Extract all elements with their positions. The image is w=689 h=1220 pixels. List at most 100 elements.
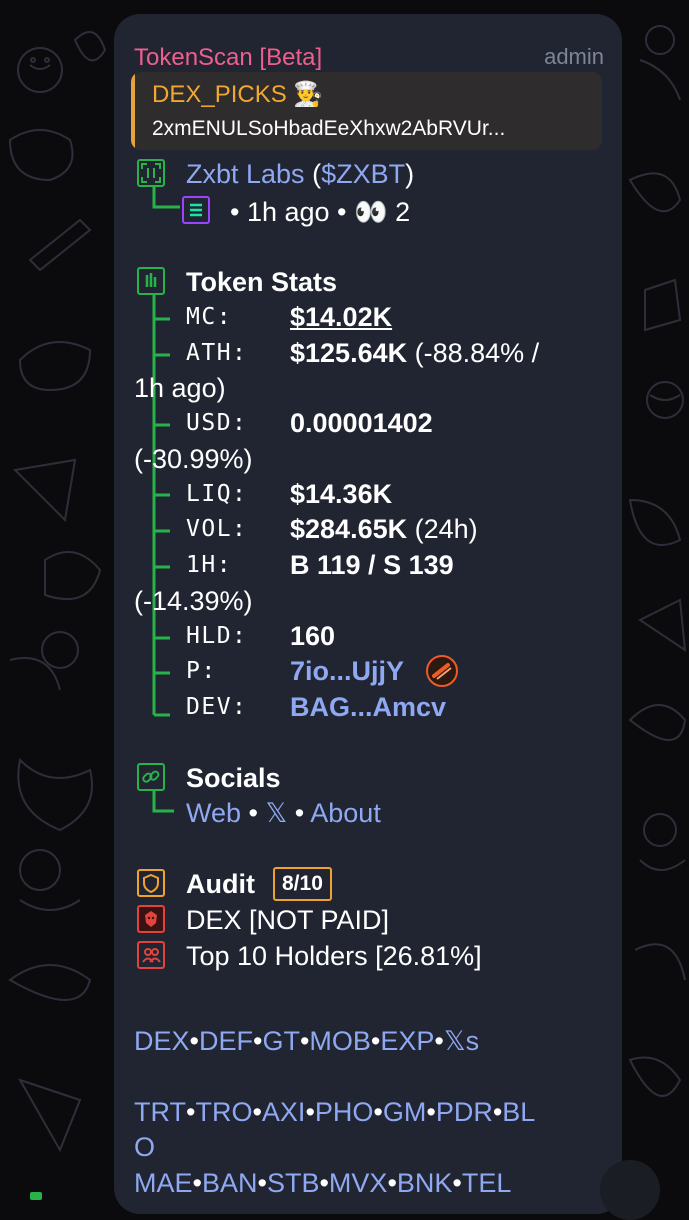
- link-tel[interactable]: TEL: [462, 1168, 512, 1198]
- link-blo[interactable]: BL: [502, 1097, 535, 1127]
- vol-label: VOL:: [186, 516, 248, 542]
- mc-label: MC:: [186, 304, 233, 330]
- link-gt[interactable]: GT: [262, 1026, 300, 1056]
- h1-change: (-14.39%): [134, 586, 253, 616]
- vol-value: $284.65K: [290, 514, 408, 544]
- separator-dot: •: [189, 1026, 199, 1056]
- link-trt[interactable]: TRT: [134, 1097, 186, 1127]
- hld-label: HLD:: [186, 623, 248, 649]
- bar-chart-icon: [137, 267, 165, 295]
- token-meta: • 1h ago • 👀 2: [230, 197, 411, 227]
- h1-value: B 119 / S 139: [290, 550, 454, 580]
- p-label: P:: [186, 658, 217, 684]
- usd-label: USD:: [186, 410, 248, 436]
- link-mob[interactable]: MOB: [309, 1026, 371, 1056]
- users-icon: [137, 941, 165, 969]
- usd-value: 0.00001402: [290, 408, 433, 438]
- sender-name[interactable]: TokenScan [Beta]: [134, 44, 322, 72]
- audit-title: Audit: [186, 869, 255, 899]
- pump-pill-icon[interactable]: [425, 654, 459, 688]
- link-ban[interactable]: BAN: [202, 1168, 258, 1198]
- reply-preview[interactable]: DEX_PICKS 👨‍🍳 2xmENULSoHbadEeXhxw2AbRVUr…: [131, 72, 602, 150]
- audit-score-badge: 8/10: [273, 867, 332, 901]
- separator-dot: •: [373, 1097, 383, 1127]
- quick-links-row2: TRT•TRO•AXI•PHO•GM•PDR•BL: [134, 1097, 535, 1127]
- ath-time: 1h ago): [134, 373, 226, 403]
- dev-label: DEV:: [186, 694, 248, 720]
- separator-dot: •: [319, 1168, 329, 1198]
- dex-paid-status: DEX [NOT PAID]: [186, 905, 390, 935]
- hld-value: 160: [290, 621, 336, 651]
- h1-label: 1H:: [186, 552, 233, 578]
- tree-connector: [152, 187, 180, 209]
- link-tro[interactable]: TRO: [195, 1097, 252, 1127]
- link-blo-wrap[interactable]: O: [134, 1132, 155, 1162]
- link-icon: [137, 763, 165, 791]
- top-holders-stat: Top 10 Holders [26.81%]: [186, 941, 482, 971]
- separator-dot: •: [252, 1097, 262, 1127]
- ath-line: $125.64K (-88.84% /: [290, 338, 539, 368]
- separator-dot: •: [248, 798, 258, 828]
- scan-frame-icon: [137, 159, 165, 187]
- quick-links-row1: DEX•DEF•GT•MOB•EXP•𝕏s: [134, 1026, 479, 1056]
- separator-dot: •: [370, 1026, 381, 1056]
- quick-links-row3: MAE•BAN•STB•MVX•BNK•TEL: [134, 1168, 511, 1198]
- link-xs[interactable]: 𝕏s: [444, 1026, 479, 1056]
- token-ticker-link[interactable]: $ZXBT: [321, 159, 405, 189]
- ath-change: (-88.84% /: [414, 338, 540, 368]
- link-bnk[interactable]: BNK: [397, 1168, 453, 1198]
- socials-title: Socials: [186, 763, 281, 793]
- separator-dot: •: [305, 1097, 315, 1127]
- token-stats-title: Token Stats: [186, 267, 338, 297]
- reply-title: DEX_PICKS 👨‍🍳: [152, 81, 324, 108]
- token-open-paren: (: [312, 159, 322, 189]
- link-pho[interactable]: PHO: [315, 1097, 374, 1127]
- separator-dot: •: [192, 1168, 202, 1198]
- reply-accent-bar: [131, 72, 135, 150]
- lion-icon: [137, 905, 165, 933]
- liq-label: LIQ:: [186, 481, 248, 507]
- separator-dot: •: [434, 1026, 444, 1056]
- separator-dot: •: [299, 1026, 310, 1056]
- link-mae[interactable]: MAE: [134, 1168, 193, 1198]
- link-axi[interactable]: AXI: [262, 1097, 306, 1127]
- link-gm[interactable]: GM: [383, 1097, 427, 1127]
- socials-tree-line: [152, 791, 174, 813]
- mc-value-link[interactable]: $14.02K: [290, 302, 392, 332]
- bot-message-bubble: TokenScan [Beta] admin DEX_PICKS 👨‍🍳 2xm…: [114, 14, 622, 1214]
- pair-address-link[interactable]: 7io...UjjY: [290, 656, 404, 686]
- separator-dot: •: [257, 1168, 267, 1198]
- socials-links: Web • 𝕏 • About: [186, 798, 381, 828]
- separator-dot: •: [387, 1168, 397, 1198]
- dev-address-link[interactable]: BAG...Amcv: [290, 692, 446, 722]
- x-link[interactable]: 𝕏: [266, 798, 288, 828]
- liq-value: $14.36K: [290, 479, 393, 509]
- sender-role-badge: admin: [544, 44, 604, 69]
- token-title: Zxbt Labs ($ZXBT): [186, 159, 414, 189]
- shield-icon: [137, 869, 165, 897]
- link-dex[interactable]: DEX: [134, 1026, 190, 1056]
- link-stb[interactable]: STB: [267, 1168, 320, 1198]
- stats-tree-lines: [152, 295, 170, 717]
- vol-line: $284.65K (24h): [290, 514, 478, 544]
- ath-value: $125.64K: [290, 338, 408, 368]
- separator-dot: •: [294, 798, 305, 828]
- reply-text: 2xmENULSoHbadEeXhxw2AbRVUr...: [152, 117, 506, 140]
- link-mvx[interactable]: MVX: [329, 1168, 388, 1198]
- scroll-down-button[interactable]: [600, 1160, 660, 1220]
- link-exp[interactable]: EXP: [380, 1026, 434, 1056]
- link-pdr[interactable]: PDR: [436, 1097, 493, 1127]
- message-header: TokenScan [Beta] admin: [134, 44, 604, 74]
- status-indicator: [30, 1192, 42, 1200]
- token-name-link[interactable]: Zxbt Labs: [186, 159, 305, 189]
- ath-label: ATH:: [186, 340, 248, 366]
- separator-dot: •: [452, 1168, 462, 1198]
- solana-icon[interactable]: [182, 196, 210, 224]
- link-def[interactable]: DEF: [199, 1026, 253, 1056]
- web-link[interactable]: Web: [186, 798, 241, 828]
- about-link[interactable]: About: [310, 798, 381, 828]
- separator-dot: •: [492, 1097, 503, 1127]
- usd-change: (-30.99%): [134, 444, 253, 474]
- token-close-paren: ): [405, 159, 415, 189]
- vol-period: (24h): [414, 514, 478, 544]
